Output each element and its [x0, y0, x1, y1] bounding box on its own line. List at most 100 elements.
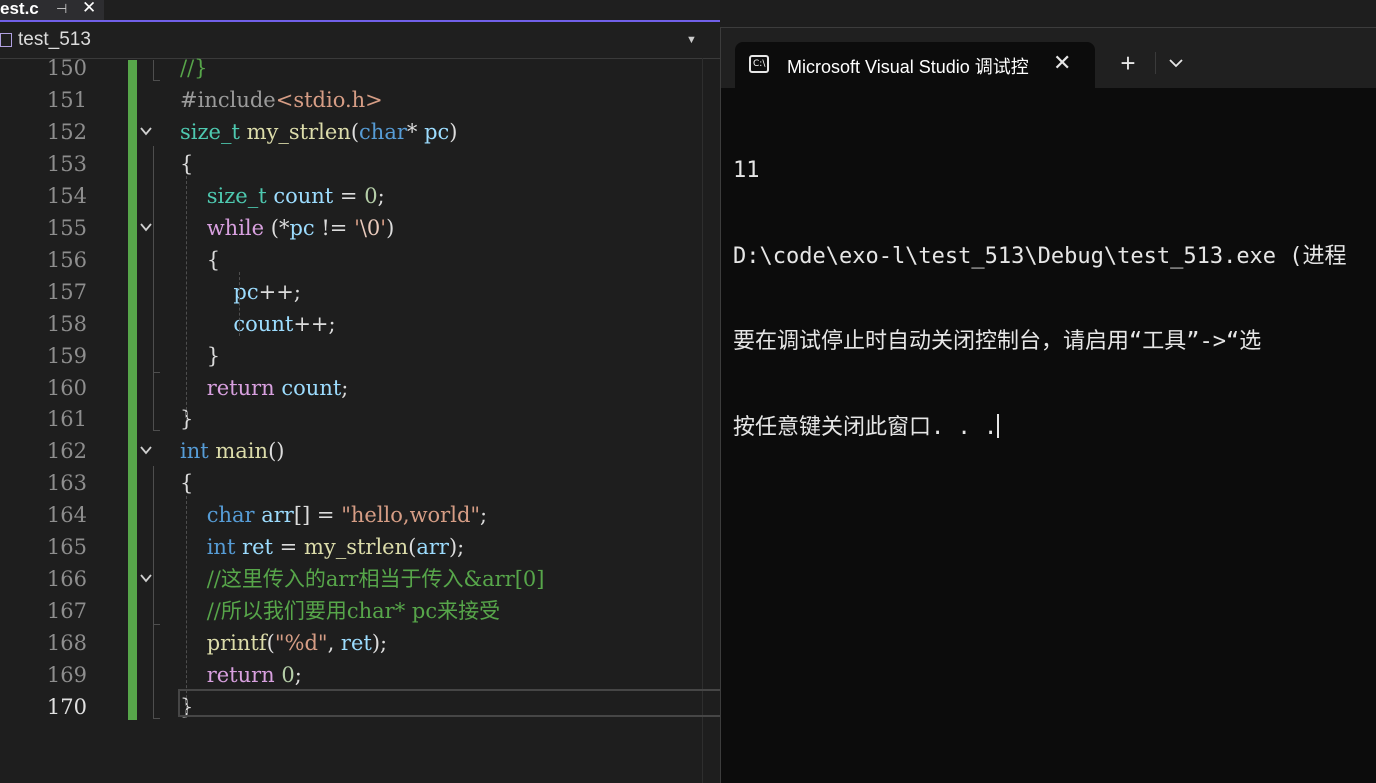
code-token: ;	[377, 183, 385, 208]
code-line[interactable]: 168 printf("%d", ret);	[0, 627, 720, 659]
code-line[interactable]: 150 //}	[0, 52, 720, 84]
debug-console-window[interactable]: C:\ Microsoft Visual Studio 调试控 ✕ + 11 D…	[720, 27, 1376, 783]
code-token: my_strlen	[303, 535, 409, 560]
code-line[interactable]: 160 return count;	[0, 372, 720, 404]
line-number: 150	[46, 56, 87, 80]
outline-bracket-end	[153, 430, 160, 431]
code-token: =	[272, 535, 304, 560]
code-token: arr	[416, 535, 449, 560]
code-token: pc	[424, 119, 450, 144]
code-token: ;	[341, 375, 349, 400]
console-line: 11	[733, 158, 760, 183]
outline-bracket-end	[153, 80, 160, 81]
code-line[interactable]: 163 {	[0, 467, 720, 499]
code-line[interactable]: 169 return 0;	[0, 659, 720, 691]
code-line[interactable]: 167 //所以我们要用char* pc来接受	[0, 595, 720, 627]
code-line[interactable]: 165 int ret = my_strlen(arr);	[0, 531, 720, 563]
code-line[interactable]: 157 pc++;	[0, 276, 720, 308]
code-text: return count;	[180, 372, 349, 404]
code-text: while (*pc != '\0')	[180, 212, 395, 244]
code-line[interactable]: 158 count++;	[0, 308, 720, 340]
code-line[interactable]: 151 #include<stdio.h>	[0, 84, 720, 116]
close-icon[interactable]: ✕	[82, 0, 96, 18]
tab-test-c[interactable]: est.c ⊣ ✕	[0, 0, 104, 20]
terminal-tab[interactable]: C:\ Microsoft Visual Studio 调试控 ✕	[735, 42, 1095, 88]
code-token: "hello,world"	[341, 503, 481, 528]
code-line[interactable]: 154 size_t count = 0;	[0, 180, 720, 212]
close-icon[interactable]: ✕	[1053, 50, 1071, 76]
console-line: 要在调试停止时自动关闭控制台，请启用“工具”->“选	[733, 329, 1262, 354]
line-number: 151	[46, 87, 87, 112]
code-text: //所以我们要用char* pc来接受	[180, 595, 500, 627]
fold-chevron-icon[interactable]	[140, 572, 152, 584]
code-token: ++;	[293, 311, 336, 336]
new-tab-button[interactable]: +	[1113, 48, 1143, 78]
console-prompt-text: 按任意键关闭此窗口. . .	[733, 414, 998, 440]
code-token: ,	[327, 631, 341, 656]
code-token: return	[206, 663, 275, 688]
line-number: 162	[46, 439, 87, 464]
code-token: "%d"	[274, 631, 328, 656]
line-number: 156	[46, 247, 87, 272]
code-text: pc++;	[180, 276, 301, 308]
code-line[interactable]: 166 //这里传入的arr相当于传入&arr[0]	[0, 563, 720, 595]
line-number: 152	[46, 119, 87, 144]
line-number: 166	[46, 567, 87, 592]
cmd-icon: C:\	[749, 55, 769, 73]
project-scope-label: test_513	[18, 29, 91, 50]
outline-bracket	[153, 242, 154, 372]
code-line[interactable]: 155 while (*pc != '\0')	[0, 212, 720, 244]
line-number: 164	[46, 503, 87, 528]
code-line[interactable]: 153 {	[0, 148, 720, 180]
tab-separator	[1155, 52, 1156, 74]
code-text: //这里传入的arr相当于传入&arr[0]	[180, 563, 545, 595]
line-number: 157	[46, 279, 87, 304]
code-token: //所以我们要用char* pc来接受	[206, 599, 501, 624]
code-token: arr	[261, 503, 294, 528]
line-number: 155	[46, 215, 87, 240]
tab-label: est.c	[0, 0, 39, 18]
line-number: 167	[46, 599, 87, 624]
code-token: int	[206, 535, 236, 560]
code-token: //}	[180, 56, 208, 80]
code-token: count	[273, 183, 334, 208]
code-line[interactable]: 152 size_t my_strlen(char* pc)	[0, 116, 720, 148]
chevron-down-icon[interactable]: ▼	[686, 34, 697, 46]
fold-chevron-icon[interactable]	[140, 125, 152, 137]
fold-chevron-icon[interactable]	[140, 444, 152, 456]
indent-guide	[186, 496, 187, 718]
code-line[interactable]: 164 char arr[] = "hello,world";	[0, 499, 720, 531]
terminal-tab-bar: C:\ Microsoft Visual Studio 调试控 ✕ +	[721, 28, 1376, 88]
chevron-down-icon[interactable]	[1161, 48, 1191, 78]
code-line[interactable]: 162 int main()	[0, 435, 720, 467]
code-text: int main()	[180, 435, 284, 467]
fold-chevron-icon[interactable]	[140, 221, 152, 233]
code-token: {	[180, 151, 194, 176]
pin-icon[interactable]: ⊣	[56, 1, 67, 17]
code-line[interactable]: 156 {	[0, 244, 720, 276]
code-line[interactable]: 161}	[0, 403, 720, 435]
console-output[interactable]: 11 D:\code\exo-l\test_513\Debug\test_513…	[733, 100, 1373, 499]
code-token: [] =	[293, 503, 342, 528]
code-token: pc	[233, 279, 259, 304]
code-token: (*	[264, 215, 290, 240]
code-editor[interactable]: est.c ⊣ ✕ test_513 ▼ 150 //} 151 #include<s…	[0, 0, 720, 783]
code-token: ;	[480, 503, 488, 528]
line-number: 169	[46, 663, 87, 688]
code-token: main	[215, 439, 269, 464]
line-number: 170	[46, 695, 87, 719]
code-text: printf("%d", ret);	[180, 627, 387, 659]
line-number: 168	[46, 631, 87, 656]
line-number: 158	[46, 311, 87, 336]
code-token: size_t	[180, 119, 240, 144]
terminal-tab-title: Microsoft Visual Studio 调试控	[787, 57, 1029, 77]
code-line[interactable]: 159 }	[0, 340, 720, 372]
